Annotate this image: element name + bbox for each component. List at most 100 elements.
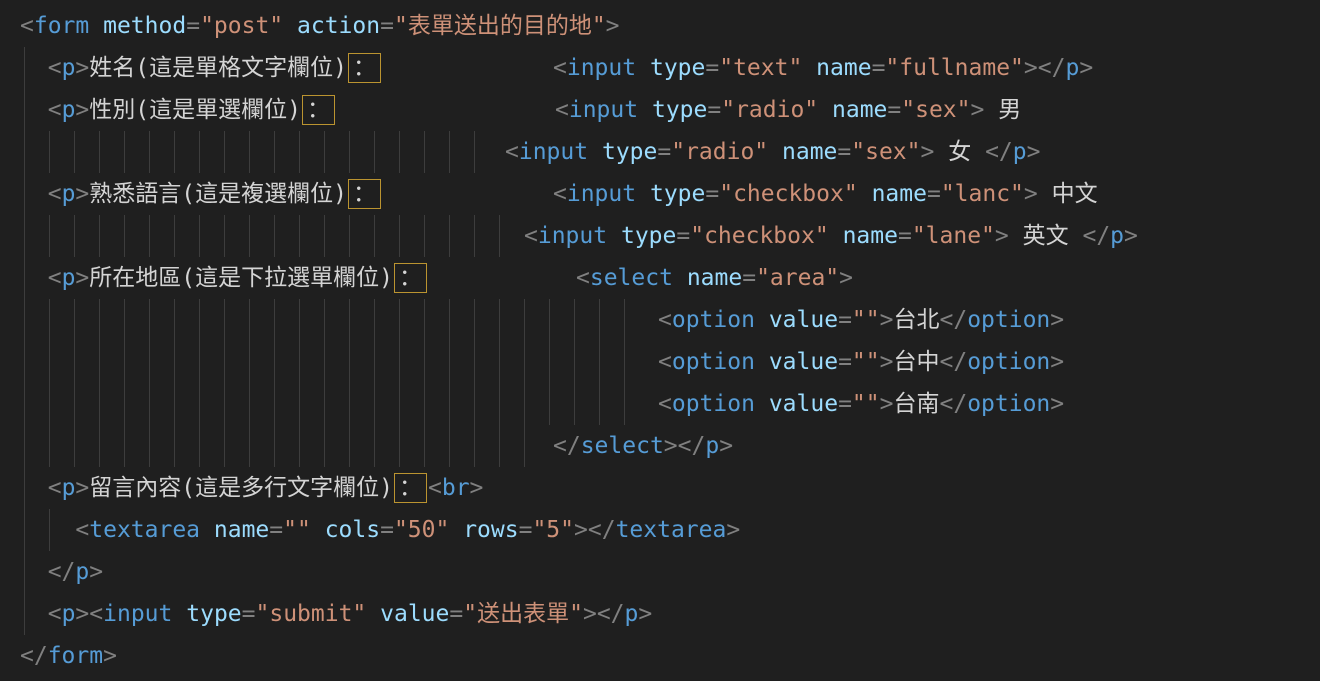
code-line-6[interactable]: <input type="checkbox" name="lane"> 英文 <… <box>0 215 1320 257</box>
code-token: = <box>657 139 671 165</box>
code-line-14[interactable]: </p> <box>0 551 1320 593</box>
code-line-12[interactable]: <p>留言內容(這是多行文字欄位)：<br> <box>0 467 1320 509</box>
code-token: </ <box>597 601 625 627</box>
code-token: = <box>887 97 901 123</box>
code-token: </ <box>553 433 581 459</box>
indent-guide <box>474 215 475 257</box>
code-token: 性別(這是單選欄位) <box>89 97 301 123</box>
indent-guide <box>349 425 350 467</box>
code-line-16[interactable]: </form> <box>0 635 1320 677</box>
code-token: name <box>832 97 887 123</box>
indent-guide <box>374 299 375 341</box>
code-token: = <box>837 139 851 165</box>
code-line-2[interactable]: <p>姓名(這是單格文字欄位)：<input type="text" name=… <box>0 47 1320 89</box>
code-token: select <box>590 265 673 291</box>
indent-guide <box>24 509 25 551</box>
indent-guide <box>324 425 325 467</box>
code-token: > <box>1024 55 1038 81</box>
code-line-8[interactable]: <option value="">台北</option> <box>0 299 1320 341</box>
code-token: </ <box>939 391 967 417</box>
code-token: </ <box>1038 55 1066 81</box>
code-line-13[interactable]: <textarea name="" cols="50" rows="5"></t… <box>0 509 1320 551</box>
code-token: < <box>555 97 569 123</box>
code-tail: <select name="area"> <box>576 257 853 299</box>
indent-guide <box>424 299 425 341</box>
indent-guide <box>24 593 25 635</box>
indent-guide <box>174 383 175 425</box>
indent-guide <box>199 299 200 341</box>
indent-guide <box>274 425 275 467</box>
indent-guide <box>399 299 400 341</box>
indent-guide <box>99 341 100 383</box>
code-token: > <box>470 475 484 501</box>
code-line-9[interactable]: <option value="">台中</option> <box>0 341 1320 383</box>
code-token: "" <box>852 391 880 417</box>
indent-guide <box>124 341 125 383</box>
code-token: "sex" <box>901 97 970 123</box>
code-token: p <box>62 181 76 207</box>
code-token: > <box>75 475 89 501</box>
code-token: = <box>705 55 719 81</box>
indent-guide <box>324 131 325 173</box>
indent-guide <box>49 131 50 173</box>
code-line-1[interactable]: <form method="post" action="表單送出的目的地"> <box>0 5 1320 47</box>
indent-guide <box>599 383 600 425</box>
code-token: input <box>567 181 636 207</box>
code-token: = <box>676 223 690 249</box>
code-line-5[interactable]: <p>熟悉語言(這是複選欄位)：<input type="checkbox" n… <box>0 173 1320 215</box>
code-token: "送出表單" <box>463 601 583 627</box>
code-token: type <box>650 181 705 207</box>
indent-guide <box>149 299 150 341</box>
indent-guide <box>224 341 225 383</box>
unicode-highlight-box: ： <box>348 179 381 209</box>
indent-guide <box>74 299 75 341</box>
indent-guide <box>299 341 300 383</box>
code-token: type <box>186 601 241 627</box>
indent-guide <box>99 425 100 467</box>
indent-guide <box>99 299 100 341</box>
code-token: type <box>602 139 657 165</box>
indent-guide <box>74 131 75 173</box>
code-token <box>588 139 602 165</box>
indent-guide <box>549 299 550 341</box>
indent-guide <box>224 131 225 173</box>
indent-guide <box>24 131 25 173</box>
indent-guide <box>499 215 500 257</box>
code-token: "area" <box>756 265 839 291</box>
code-editor[interactable]: <form method="post" action="表單送出的目的地"> <… <box>0 0 1320 681</box>
indent-guide <box>49 383 50 425</box>
code-token: > <box>1079 55 1093 81</box>
unicode-highlight-box: ： <box>394 263 427 293</box>
code-token: </ <box>939 349 967 375</box>
code-line-4[interactable]: <input type="radio" name="sex"> 女 </p> <box>0 131 1320 173</box>
code-token: < <box>658 349 672 375</box>
code-tail: <input type="text" name="fullname"></p> <box>553 47 1093 89</box>
indent-guide <box>224 383 225 425</box>
code-line-10[interactable]: <option value="">台南</option> <box>0 383 1320 425</box>
indent-guide <box>549 383 550 425</box>
indent-guide <box>424 131 425 173</box>
indent-guide <box>424 215 425 257</box>
code-token: "表單送出的目的地" <box>394 13 606 39</box>
code-line-11[interactable]: </select></p> <box>0 425 1320 467</box>
code-token: 熟悉語言(這是複選欄位) <box>89 181 347 207</box>
indent-guide <box>199 383 200 425</box>
code-token: > <box>880 349 894 375</box>
code-token: name <box>214 517 269 543</box>
code-token: </ <box>678 433 706 459</box>
indent-guide <box>474 425 475 467</box>
indent-guide <box>24 257 25 299</box>
code-token: action <box>297 13 380 39</box>
indent-guide <box>624 341 625 383</box>
code-line-3[interactable]: <p>性別(這是單選欄位)：<input type="radio" name="… <box>0 89 1320 131</box>
code-token <box>829 223 843 249</box>
code-token: value <box>380 601 449 627</box>
code-token: > <box>839 265 853 291</box>
code-line-7[interactable]: <p>所在地區(這是下拉選單欄位)：<select name="area"> <box>0 257 1320 299</box>
indent-guide <box>24 299 25 341</box>
code-line-15[interactable]: <p><input type="submit" value="送出表單"></p… <box>0 593 1320 635</box>
indent-guide <box>549 341 550 383</box>
indent-guide <box>74 341 75 383</box>
code-token <box>89 13 103 39</box>
indent-guide <box>449 341 450 383</box>
